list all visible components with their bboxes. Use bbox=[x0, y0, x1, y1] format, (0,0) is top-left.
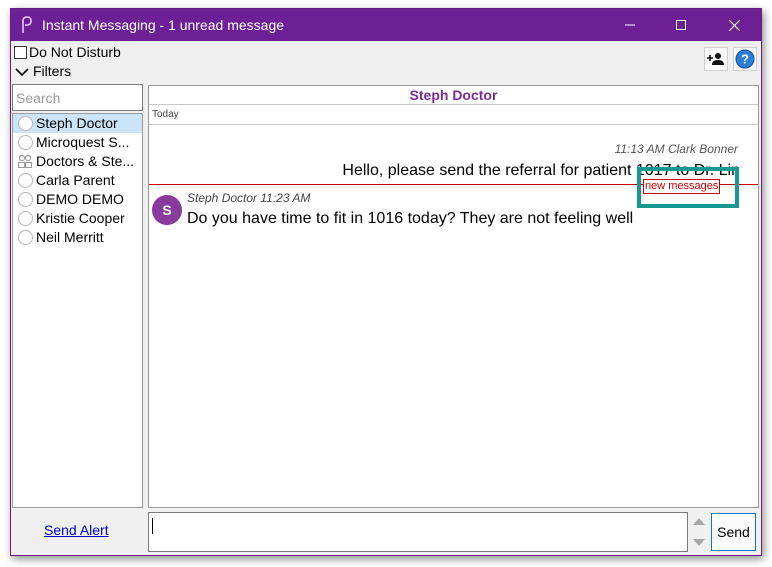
contact-item-kristie-cooper[interactable]: Kristie Cooper bbox=[13, 209, 142, 228]
status-circle-icon bbox=[18, 211, 33, 226]
status-circle-icon bbox=[18, 135, 33, 150]
contact-name: DEMO DEMO bbox=[36, 191, 124, 207]
contact-name: Neil Merritt bbox=[36, 229, 104, 245]
scroll-up-arrow-icon[interactable] bbox=[693, 518, 705, 525]
contact-list: Steph Doctor Microquest S... Doctors & S… bbox=[12, 113, 143, 508]
group-icon bbox=[18, 154, 32, 168]
highlight-box bbox=[637, 167, 739, 208]
contact-item-doctors-group[interactable]: Doctors & Ste... bbox=[13, 152, 142, 171]
minimize-button[interactable] bbox=[607, 9, 653, 41]
do-not-disturb-label: Do Not Disturb bbox=[29, 44, 121, 60]
scroll-down-arrow-icon[interactable] bbox=[693, 539, 705, 546]
close-button[interactable] bbox=[711, 9, 757, 41]
contact-item-neil-merritt[interactable]: Neil Merritt bbox=[13, 228, 142, 247]
send-alert-link[interactable]: Send Alert bbox=[44, 522, 109, 538]
contact-item-carla-parent[interactable]: Carla Parent bbox=[13, 171, 142, 190]
instant-messaging-window: Instant Messaging - 1 unread message Do … bbox=[10, 8, 762, 556]
avatar: S bbox=[152, 195, 182, 225]
message-meta-incoming: Steph Doctor 11:23 AM bbox=[187, 191, 311, 205]
search-input[interactable] bbox=[12, 84, 143, 111]
message-meta-outgoing: 11:13 AM Clark Bonner bbox=[614, 142, 738, 156]
status-circle-icon bbox=[18, 230, 33, 245]
chat-panel[interactable]: Steph Doctor Today 11:13 AM Clark Bonner… bbox=[148, 85, 759, 508]
window-title: Instant Messaging - 1 unread message bbox=[42, 17, 285, 33]
title-bar: Instant Messaging - 1 unread message bbox=[11, 9, 761, 41]
contact-item-steph-doctor[interactable]: Steph Doctor bbox=[13, 114, 142, 133]
send-button[interactable]: Send bbox=[711, 513, 756, 551]
minimize-icon bbox=[625, 24, 635, 26]
filters-label: Filters bbox=[33, 63, 72, 79]
text-caret bbox=[152, 518, 153, 534]
contact-name: Microquest S... bbox=[36, 134, 130, 150]
message-compose-input[interactable] bbox=[148, 512, 688, 552]
chevron-down-icon bbox=[15, 68, 29, 77]
help-button[interactable]: ? bbox=[733, 47, 757, 71]
maximize-icon bbox=[676, 20, 686, 30]
day-separator: Today bbox=[149, 106, 758, 125]
status-circle-icon bbox=[18, 116, 33, 131]
status-circle-icon bbox=[18, 173, 33, 188]
message-incoming: Do you have time to fit in 1016 today? T… bbox=[187, 210, 634, 227]
contact-name: Steph Doctor bbox=[36, 115, 118, 131]
contact-name: Doctors & Ste... bbox=[36, 153, 135, 169]
status-circle-icon bbox=[18, 192, 33, 207]
contact-item-microquest[interactable]: Microquest S... bbox=[13, 133, 142, 152]
filters-toggle[interactable]: Filters bbox=[15, 63, 71, 79]
app-logo-icon bbox=[22, 16, 32, 33]
add-contact-button[interactable] bbox=[704, 47, 728, 71]
svg-text:?: ? bbox=[741, 52, 749, 67]
add-user-icon bbox=[707, 53, 724, 65]
contact-name: Kristie Cooper bbox=[36, 210, 125, 226]
contact-item-demo-demo[interactable]: DEMO DEMO bbox=[13, 190, 142, 209]
conversation-title: Steph Doctor bbox=[149, 86, 758, 105]
do-not-disturb-toggle[interactable]: Do Not Disturb bbox=[14, 44, 121, 60]
compose-scrollbar[interactable] bbox=[690, 512, 708, 552]
help-icon: ? bbox=[735, 49, 755, 69]
close-icon bbox=[728, 19, 740, 32]
do-not-disturb-checkbox[interactable] bbox=[14, 46, 27, 59]
maximize-button[interactable] bbox=[658, 9, 704, 41]
contact-name: Carla Parent bbox=[36, 172, 115, 188]
